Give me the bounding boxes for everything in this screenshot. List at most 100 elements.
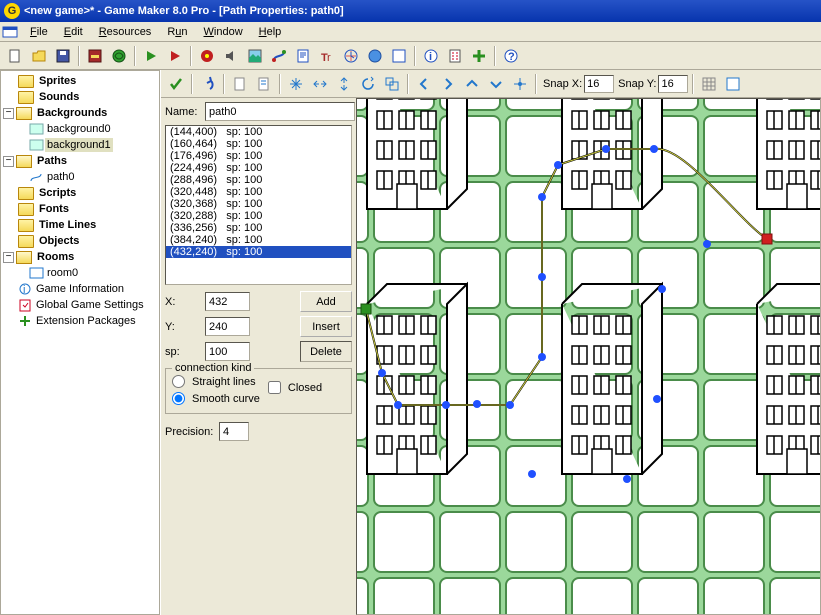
shift-right-icon[interactable] xyxy=(437,73,459,95)
snap-y-label: Snap Y: xyxy=(618,78,656,90)
open-icon[interactable] xyxy=(28,45,50,67)
tree-timelines[interactable]: Time Lines xyxy=(3,217,157,233)
app-icon: G xyxy=(4,3,20,19)
point-list-item[interactable]: (320,448) sp: 100 xyxy=(166,186,351,198)
collapse-icon[interactable]: − xyxy=(3,108,14,119)
closed-checkbox[interactable] xyxy=(268,381,281,394)
building-sprite xyxy=(747,264,821,484)
mdi-system-icon[interactable] xyxy=(2,24,18,40)
background-icon[interactable] xyxy=(244,45,266,67)
snap-y-input[interactable] xyxy=(658,75,688,93)
mirror-h-icon[interactable] xyxy=(309,73,331,95)
add-button[interactable]: Add xyxy=(300,291,352,312)
help-icon[interactable]: ? xyxy=(500,45,522,67)
point-list-item[interactable]: (160,464) sp: 100 xyxy=(166,138,351,150)
scale-icon[interactable] xyxy=(381,73,403,95)
y-input[interactable] xyxy=(205,317,250,336)
tree-extension-packages[interactable]: Extension Packages xyxy=(3,313,157,329)
sprite-icon[interactable] xyxy=(196,45,218,67)
tree-sprites[interactable]: Sprites xyxy=(3,73,157,89)
path-canvas[interactable] xyxy=(356,98,821,615)
extension-icon[interactable] xyxy=(468,45,490,67)
rotate-icon[interactable] xyxy=(357,73,379,95)
tree-rooms[interactable]: −Rooms xyxy=(3,249,157,265)
script-icon[interactable] xyxy=(292,45,314,67)
menu-help[interactable]: Help xyxy=(251,24,290,40)
gameinfo-icon[interactable]: i xyxy=(420,45,442,67)
point-list-item[interactable]: (320,368) sp: 100 xyxy=(166,198,351,210)
titlebar: G <new game>* - Game Maker 8.0 Pro - [Pa… xyxy=(0,0,821,22)
point-list-item[interactable]: (224,496) sp: 100 xyxy=(166,162,351,174)
sp-input[interactable] xyxy=(205,342,250,361)
toggle-grid-icon[interactable] xyxy=(698,73,720,95)
settings-icon[interactable] xyxy=(444,45,466,67)
name-input[interactable] xyxy=(205,102,355,121)
save-icon[interactable] xyxy=(52,45,74,67)
menu-file[interactable]: File xyxy=(22,24,56,40)
tree-sounds[interactable]: Sounds xyxy=(3,89,157,105)
window-title: <new game>* - Game Maker 8.0 Pro - [Path… xyxy=(24,5,344,17)
shift-up-icon[interactable] xyxy=(461,73,483,95)
tree-room0[interactable]: room0 xyxy=(3,265,157,281)
point-list-item[interactable]: (384,240) sp: 100 xyxy=(166,234,351,246)
insert-button[interactable]: Insert xyxy=(300,316,352,337)
svg-text:i: i xyxy=(429,51,432,63)
point-list-item[interactable]: (176,496) sp: 100 xyxy=(166,150,351,162)
straight-lines-radio[interactable] xyxy=(172,375,185,388)
point-list-item[interactable]: (320,288) sp: 100 xyxy=(166,210,351,222)
ok-icon[interactable] xyxy=(165,73,187,95)
clear-icon[interactable] xyxy=(229,73,251,95)
collapse-icon[interactable]: − xyxy=(3,156,14,167)
run-icon[interactable] xyxy=(140,45,162,67)
new-icon[interactable] xyxy=(4,45,26,67)
room-view-icon[interactable] xyxy=(722,73,744,95)
sp-label: sp: xyxy=(165,346,201,358)
tree-path0[interactable]: path0 xyxy=(3,169,157,185)
tree-objects[interactable]: Objects xyxy=(3,233,157,249)
smooth-curve-radio[interactable] xyxy=(172,392,185,405)
center-icon[interactable] xyxy=(509,73,531,95)
menu-edit[interactable]: Edit xyxy=(56,24,91,40)
delete-button[interactable]: Delete xyxy=(300,341,352,362)
tree-backgrounds[interactable]: −Backgrounds xyxy=(3,105,157,121)
svg-text:?: ? xyxy=(508,51,515,63)
point-list-item[interactable]: (144,400) sp: 100 xyxy=(166,126,351,138)
timeline-icon[interactable] xyxy=(340,45,362,67)
tree-fonts[interactable]: Fonts xyxy=(3,201,157,217)
shift-left-icon[interactable] xyxy=(413,73,435,95)
snap-x-input[interactable] xyxy=(584,75,614,93)
menu-resources[interactable]: Resources xyxy=(91,24,160,40)
mirror-v-icon[interactable] xyxy=(333,73,355,95)
sound-icon[interactable] xyxy=(220,45,242,67)
building-sprite xyxy=(357,98,477,219)
collapse-icon[interactable]: − xyxy=(3,252,14,263)
point-list-item[interactable]: (288,496) sp: 100 xyxy=(166,174,351,186)
room-icon[interactable] xyxy=(388,45,410,67)
font-icon[interactable]: Tr xyxy=(316,45,338,67)
resource-tree[interactable]: Sprites Sounds −Backgrounds background0 … xyxy=(0,70,160,615)
tree-scripts[interactable]: Scripts xyxy=(3,185,157,201)
tree-background1[interactable]: background1 xyxy=(3,137,157,153)
precision-input[interactable] xyxy=(219,422,249,441)
connection-kind-legend: connection kind xyxy=(172,362,254,374)
x-input[interactable] xyxy=(205,292,250,311)
tree-background0[interactable]: background0 xyxy=(3,121,157,137)
point-list[interactable]: (144,400) sp: 100(160,464) sp: 100(176,4… xyxy=(165,125,352,285)
tree-paths[interactable]: −Paths xyxy=(3,153,157,169)
point-list-item[interactable]: (432,240) sp: 100 xyxy=(166,246,351,258)
menu-window[interactable]: Window xyxy=(196,24,251,40)
undo-icon[interactable] xyxy=(197,73,219,95)
object-icon[interactable] xyxy=(364,45,386,67)
point-list-item[interactable]: (336,256) sp: 100 xyxy=(166,222,351,234)
shift-icon[interactable] xyxy=(285,73,307,95)
menubar: File Edit Resources Run Window Help xyxy=(0,22,821,42)
reverse-icon[interactable] xyxy=(253,73,275,95)
create-exe-icon[interactable] xyxy=(84,45,106,67)
path-icon[interactable] xyxy=(268,45,290,67)
shift-down-icon[interactable] xyxy=(485,73,507,95)
debug-icon[interactable] xyxy=(164,45,186,67)
menu-run[interactable]: Run xyxy=(159,24,195,40)
publish-icon[interactable] xyxy=(108,45,130,67)
tree-game-information[interactable]: iGame Information xyxy=(3,281,157,297)
tree-global-settings[interactable]: Global Game Settings xyxy=(3,297,157,313)
